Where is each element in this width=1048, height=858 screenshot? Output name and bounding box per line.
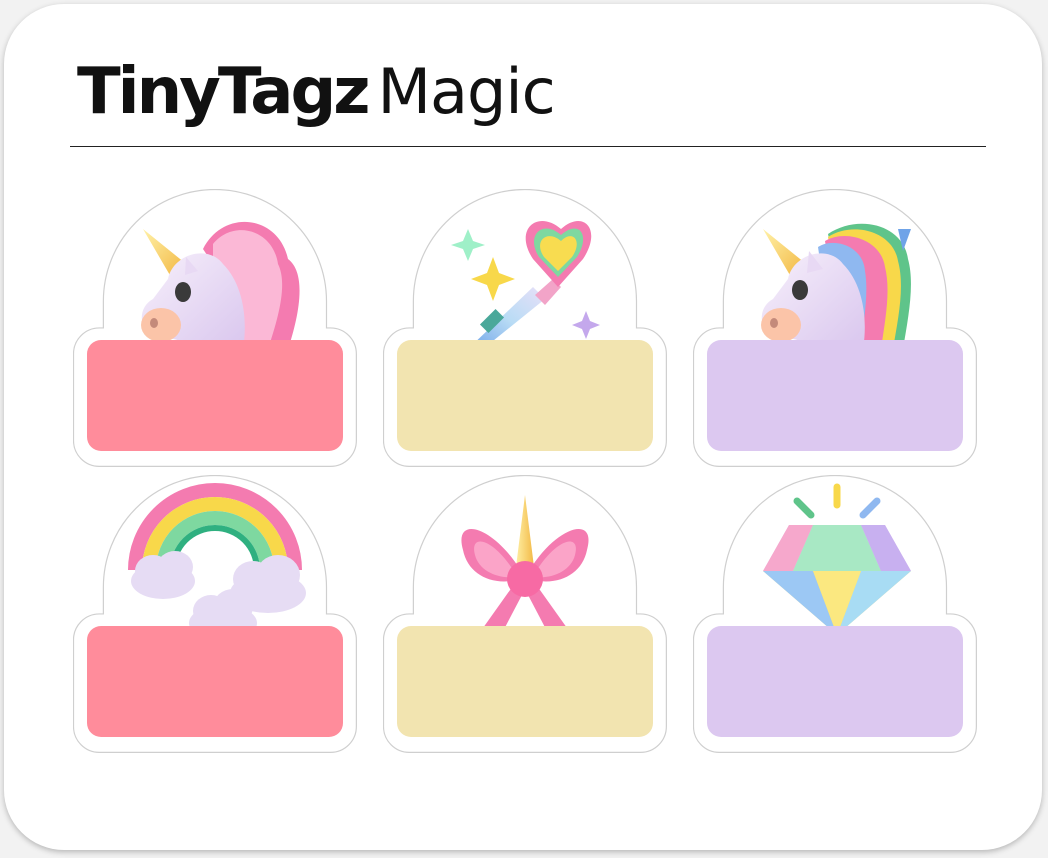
sticker-sheet: TinyTagz Magic — [4, 4, 1042, 850]
brand-name-light: Magic — [377, 55, 556, 128]
tag-label-area[interactable] — [87, 626, 343, 737]
brand-name-bold: TinyTagz — [77, 55, 371, 129]
name-tag-rainbow-diamond[interactable] — [693, 475, 977, 753]
tag-label-area[interactable] — [707, 626, 963, 737]
name-tag-magic-wand[interactable] — [383, 189, 667, 467]
pink-bow-horn-icon — [461, 495, 589, 635]
rainbow-diamond-icon — [763, 483, 911, 635]
tag-label-area[interactable] — [707, 340, 963, 451]
tag-label-area[interactable] — [87, 340, 343, 451]
tag-label-area[interactable] — [397, 340, 653, 451]
name-tag-unicorn-pink[interactable] — [73, 189, 357, 467]
brand-title: TinyTagz Magic — [77, 52, 556, 132]
header-divider — [70, 146, 986, 147]
unicorn-pink-mane-icon — [141, 221, 300, 349]
name-tag-unicorn-rainbow[interactable] — [693, 189, 977, 467]
rainbow-clouds-icon — [128, 483, 306, 635]
unicorn-rainbow-mane-icon — [761, 223, 911, 349]
name-tag-rainbow-clouds[interactable] — [73, 475, 357, 753]
tag-label-area[interactable] — [397, 626, 653, 737]
name-tag-pink-bow[interactable] — [383, 475, 667, 753]
magic-wand-heart-icon — [451, 220, 600, 349]
